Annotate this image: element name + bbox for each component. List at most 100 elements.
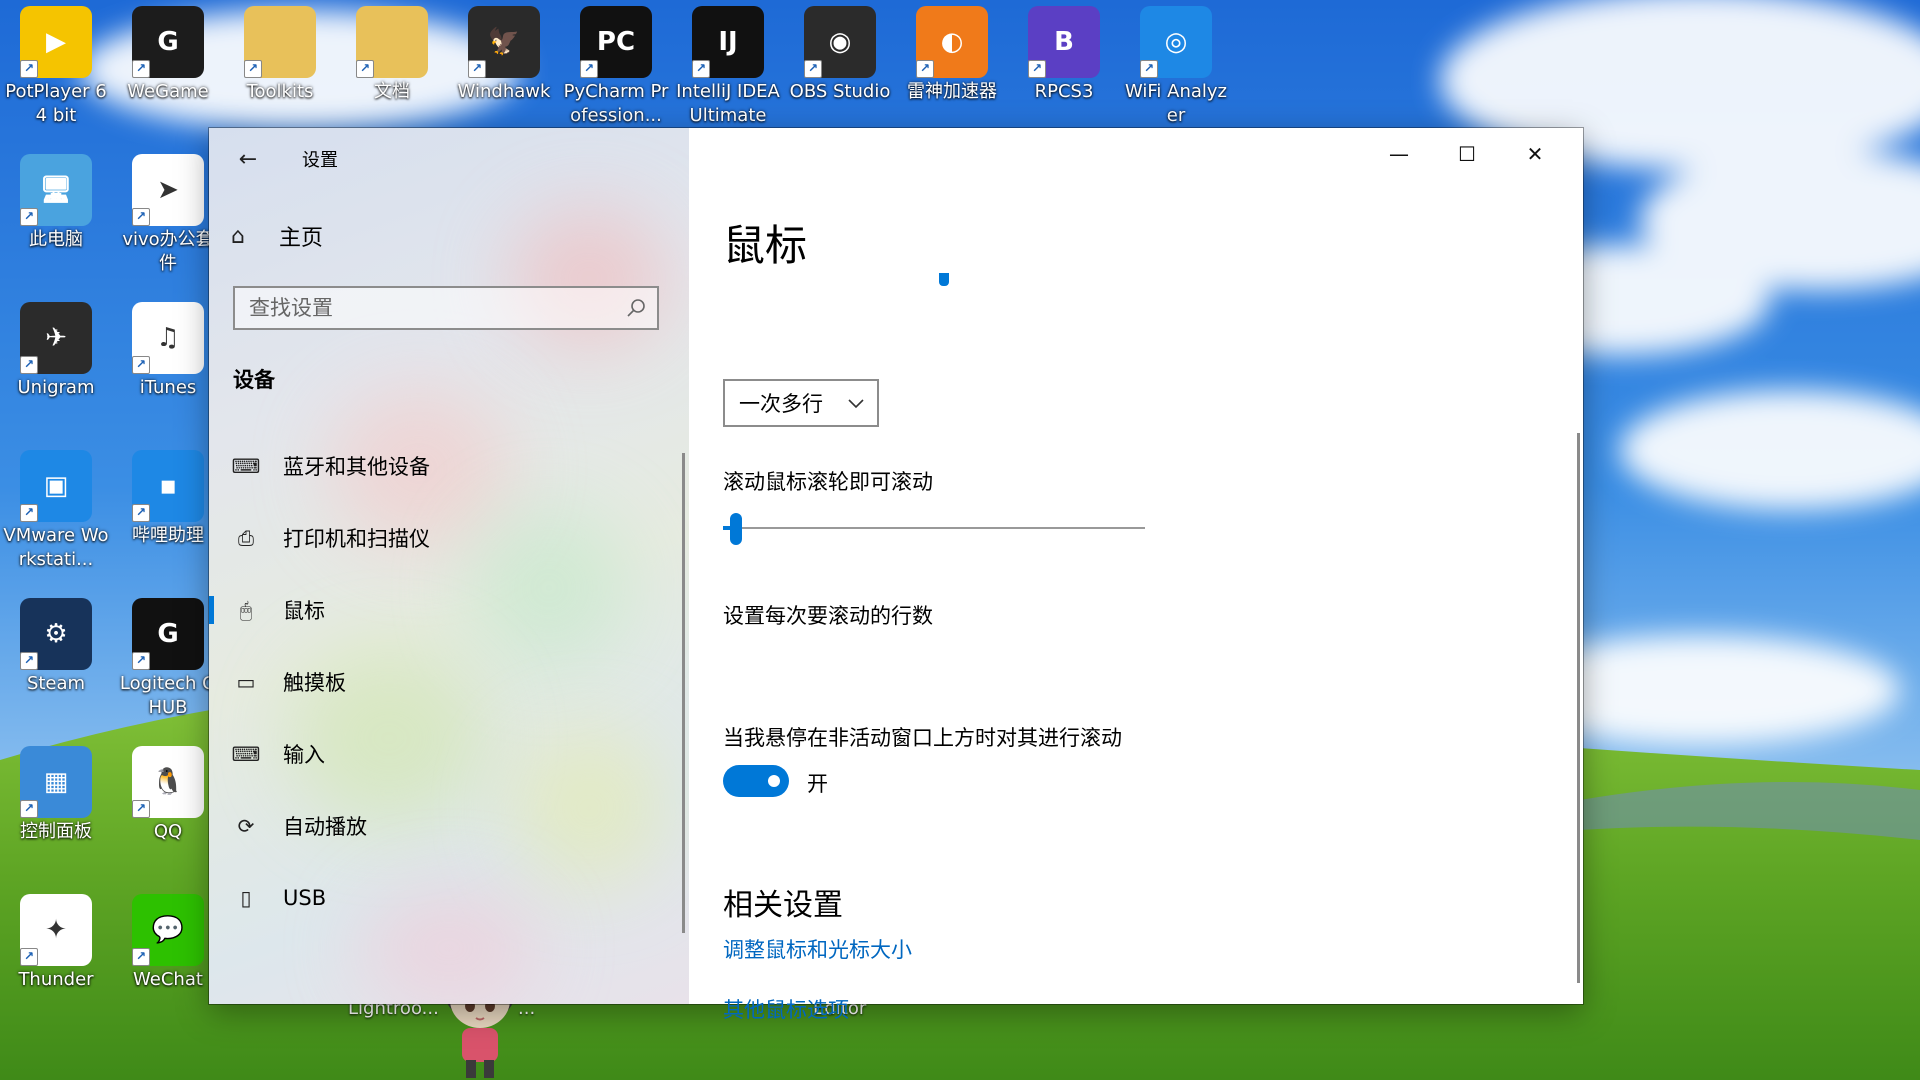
shortcut-arrow-icon: ↗	[132, 800, 150, 818]
nav-item-label: 触摸板	[283, 671, 346, 695]
desktop-icon-glyph: ♫	[156, 323, 180, 353]
minimize-button[interactable]: —	[1365, 128, 1433, 180]
scroll-mode-dropdown[interactable]: 一次多行	[723, 379, 879, 427]
desktop-icon[interactable]: ↗ 文档	[338, 0, 446, 104]
desktop-icon[interactable]: 🦅 ↗ Windhawk	[450, 0, 558, 104]
desktop-icon[interactable]: ➤ ↗ vivo办公套件	[114, 148, 222, 276]
desktop-icon-glyph: PC	[596, 27, 636, 57]
desktop-icon[interactable]: ✦ ↗ Thunder	[2, 888, 110, 992]
desktop-icon[interactable]: ▪ ↗ 哔哩助理	[114, 444, 222, 548]
nav-item[interactable]: ⟳ 自动播放	[209, 800, 679, 852]
shortcut-arrow-icon: ↗	[20, 652, 38, 670]
desktop-icon[interactable]: ♫ ↗ iTunes	[114, 296, 222, 400]
shortcut-arrow-icon: ↗	[132, 652, 150, 670]
back-arrow-icon: ←	[238, 147, 258, 172]
desktop-icon-label: Logitech G HUB	[119, 673, 217, 718]
shortcut-arrow-icon: ↗	[132, 208, 150, 226]
content-scrollbar[interactable]	[1577, 433, 1580, 983]
shortcut-arrow-icon: ↗	[132, 948, 150, 966]
desktop-icon-label: vivo办公套件	[122, 229, 214, 274]
desktop-icon[interactable]: ⚙ ↗ Steam	[2, 592, 110, 696]
logitech-icon: G ↗	[132, 598, 204, 670]
desktop-icon-label: QQ	[153, 821, 183, 842]
link-additional-mouse-options[interactable]: 其他鼠标选项	[723, 994, 849, 1024]
nav-item-label: 蓝牙和其他设备	[283, 455, 430, 479]
nav-home[interactable]: ⌂ 主页	[231, 216, 323, 256]
link-adjust-cursor-size[interactable]: 调整鼠标和光标大小	[723, 934, 912, 964]
shortcut-arrow-icon: ↗	[20, 948, 38, 966]
desktop-icon[interactable]: ▶ ↗ PotPlayer 64 bit	[2, 0, 110, 128]
back-button[interactable]: ←	[231, 144, 265, 178]
shortcut-arrow-icon: ↗	[692, 60, 710, 78]
shortcut-arrow-icon: ↗	[20, 208, 38, 226]
settings-content-pane: — ☐ ✕ 鼠标 滚动鼠标滚轮即可滚动 一次多行 设置每次要滚动的行数 当我悬停…	[689, 128, 1583, 1022]
nav-item[interactable]: ⌨ 蓝牙和其他设备	[209, 440, 679, 492]
vivo-office-icon: ➤ ↗	[132, 154, 204, 226]
bilibili-icon: ▪ ↗	[132, 450, 204, 522]
nav-scrollbar[interactable]	[682, 453, 685, 933]
desktop-icon-glyph: ▦	[43, 767, 69, 797]
maximize-button[interactable]: ☐	[1433, 128, 1501, 180]
desktop-icon-label: 哔哩助理	[132, 525, 204, 546]
scrolled-slider-thumb-fragment	[939, 273, 949, 286]
desktop-icon[interactable]: G ↗ Logitech G HUB	[114, 592, 222, 720]
shortcut-arrow-icon: ↗	[20, 800, 38, 818]
desktop-icon-glyph: IJ	[718, 27, 738, 57]
vmware-icon: ▣ ↗	[20, 450, 92, 522]
nav-item-label: 自动播放	[283, 815, 367, 839]
search-box[interactable]	[233, 286, 659, 330]
touchpad-icon: ▭	[236, 670, 256, 694]
shortcut-arrow-icon: ↗	[356, 60, 374, 78]
desktop-icon[interactable]: PC ↗ PyCharm Profession...	[562, 0, 670, 128]
slider-thumb[interactable]	[730, 513, 742, 545]
inactive-scroll-toggle[interactable]	[723, 765, 789, 797]
home-icon: ⌂	[231, 223, 245, 249]
desktop-icon-glyph: ◉	[828, 27, 852, 57]
desktop-icon[interactable]: 💬 ↗ WeChat	[114, 888, 222, 992]
nav-item[interactable]: 🖱 鼠标	[209, 584, 679, 636]
desktop-icon[interactable]: ◐ ↗ 雷神加速器	[898, 0, 1006, 104]
desktop-icon-glyph: 🦅	[487, 27, 521, 57]
desktop-icon-glyph: ✦	[45, 915, 67, 945]
desktop-icon-label: WeGame	[127, 81, 209, 102]
desktop-icon-glyph: ▪	[159, 471, 177, 501]
desktop-icon-label: Windhawk	[457, 81, 551, 102]
search-icon[interactable]	[625, 297, 647, 319]
search-input[interactable]	[235, 288, 609, 328]
nav-item-label: 打印机和扫描仪	[283, 527, 430, 551]
desktop-icon[interactable]: ↗ Toolkits	[226, 0, 334, 104]
desktop-icon[interactable]: G ↗ WeGame	[114, 0, 222, 104]
scroll-mode-label: 滚动鼠标滚轮即可滚动	[723, 470, 933, 494]
steam-icon: ⚙ ↗	[20, 598, 92, 670]
desktop-icon-label: RPCS3	[1034, 81, 1094, 102]
pycharm-icon: PC ↗	[580, 6, 652, 78]
nav-item[interactable]: ▭ 触摸板	[209, 656, 679, 708]
usb-icon: ▯	[240, 886, 252, 910]
nav-item[interactable]: ▯ USB	[209, 872, 679, 924]
nav-item[interactable]: ⎙ 打印机和扫描仪	[209, 512, 679, 564]
inactive-scroll-label: 当我悬停在非活动窗口上方时对其进行滚动	[723, 726, 1122, 750]
keyboard-icon: ⌨	[231, 742, 261, 766]
toggle-knob	[768, 775, 780, 787]
desktop-icon-label: OBS Studio	[789, 81, 891, 102]
settings-nav-pane: ← 设置 ⌂ 主页 设备 ⌨ 蓝牙和其他设备 ⎙ 打印机和扫描仪 🖱 鼠标 ▭ 触摸板 ⌨ 输入 ⟳…	[209, 128, 689, 1004]
desktop-icon[interactable]: ✈ ↗ Unigram	[2, 296, 110, 400]
lines-to-scroll-label: 设置每次要滚动的行数	[723, 604, 933, 628]
shortcut-arrow-icon: ↗	[468, 60, 486, 78]
desktop-icon-glyph: G	[157, 619, 179, 649]
nav-item[interactable]: ⌨ 输入	[209, 728, 679, 780]
desktop-icon[interactable]: ◎ ↗ WiFi Analyzer	[1122, 0, 1230, 128]
close-button[interactable]: ✕	[1501, 128, 1569, 180]
desktop-icon-glyph: 🖥	[39, 175, 73, 205]
desktop-icon[interactable]: 🖥 ↗ 此电脑	[2, 148, 110, 252]
desktop-icon[interactable]: ▣ ↗ VMware Workstati...	[2, 444, 110, 572]
desktop-icon[interactable]: B ↗ RPCS3	[1010, 0, 1118, 104]
settings-window: ← 设置 ⌂ 主页 设备 ⌨ 蓝牙和其他设备 ⎙ 打印机和扫描仪 🖱 鼠标 ▭ 触摸板 ⌨ 输入 ⟳…	[209, 128, 1583, 1022]
desktop-icon-glyph: ➤	[157, 175, 179, 205]
lines-to-scroll-slider[interactable]	[723, 509, 1145, 549]
autoplay-icon: ⟳	[237, 814, 255, 838]
desktop-icon[interactable]: ◉ ↗ OBS Studio	[786, 0, 894, 104]
desktop-icon[interactable]: ▦ ↗ 控制面板	[2, 740, 110, 844]
desktop-icon[interactable]: 🐧 ↗ QQ	[114, 740, 222, 844]
toggle-state-label: 开	[807, 772, 828, 796]
